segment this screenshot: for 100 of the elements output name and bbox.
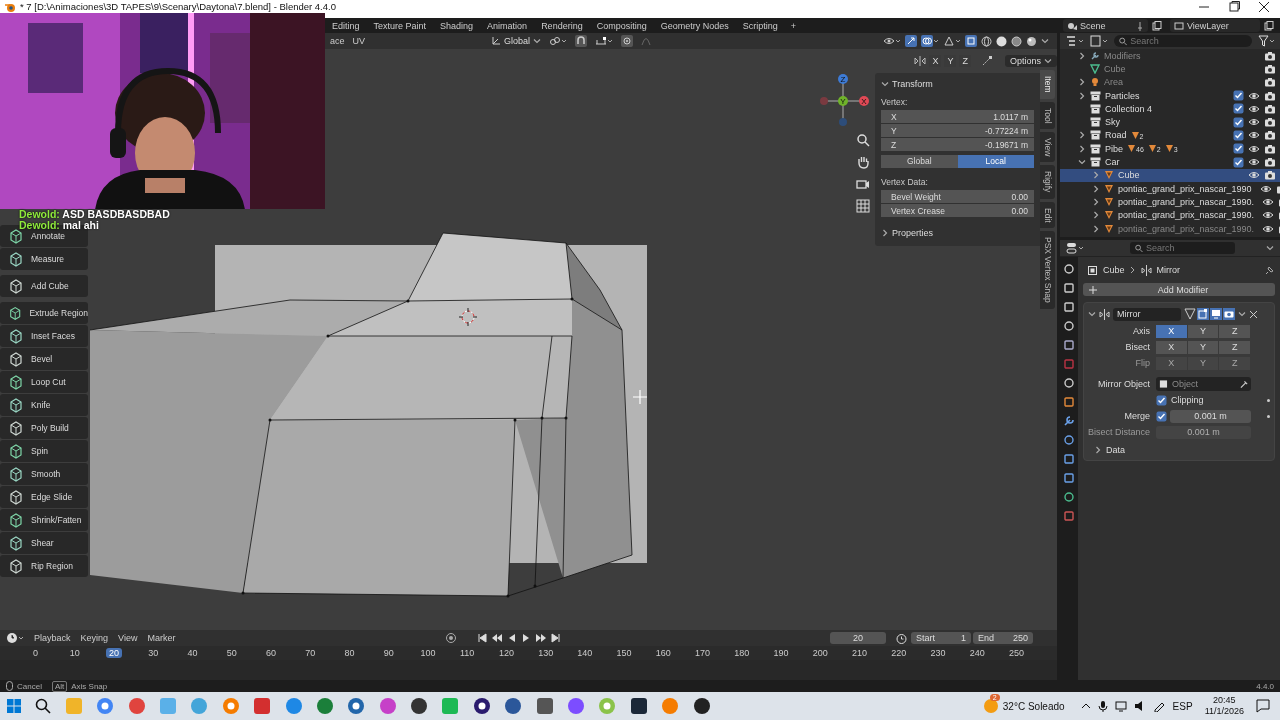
chevron-up-icon[interactable] xyxy=(1080,701,1091,711)
overlay-icon[interactable] xyxy=(921,35,939,47)
workspace-tab[interactable]: Texture Paint xyxy=(366,19,434,32)
keyframe-dot[interactable] xyxy=(1267,398,1270,402)
camera-icon[interactable] xyxy=(1264,103,1276,114)
mesh-edit-icon[interactable] xyxy=(943,35,961,47)
close-icon[interactable] xyxy=(1258,1,1270,13)
tab-icon[interactable] xyxy=(1063,472,1075,484)
mesh-toggle-icon[interactable] xyxy=(1184,308,1196,320)
coordinate-field[interactable]: Z -0.19671 m xyxy=(881,138,1034,151)
eye-icon[interactable] xyxy=(1259,183,1272,194)
outliner-editor-icon[interactable] xyxy=(1066,35,1084,47)
workspace-tab[interactable]: Rendering xyxy=(534,19,590,32)
outliner-row[interactable]: pontiac_grand_prix_nascar_1990. xyxy=(1060,221,1280,236)
camera-icon[interactable] xyxy=(1264,117,1276,128)
caret-icon[interactable] xyxy=(1238,310,1246,318)
tab-icon[interactable] xyxy=(1063,339,1075,351)
object-input[interactable]: Object xyxy=(1171,379,1232,389)
tab-icon[interactable] xyxy=(1063,396,1075,408)
camera-icon[interactable] xyxy=(1264,77,1276,88)
eye-icon[interactable] xyxy=(1262,210,1275,221)
outliner-row[interactable]: Collection 4 xyxy=(1060,102,1280,116)
outliner-row[interactable]: pontiac_grand_prix_nascar_1990. xyxy=(1060,195,1280,209)
menu-item[interactable]: Keying xyxy=(80,633,109,643)
maximize-icon[interactable] xyxy=(1228,1,1240,13)
magnet-icon[interactable] xyxy=(575,35,588,47)
proportional-icon[interactable] xyxy=(621,35,634,47)
app-icon[interactable] xyxy=(410,697,429,715)
search-icon[interactable] xyxy=(35,698,52,714)
app-icon[interactable] xyxy=(472,697,491,715)
menu-item[interactable]: View xyxy=(118,633,138,643)
workspace-tab[interactable]: Shading xyxy=(433,19,481,32)
eye-icon[interactable] xyxy=(1262,196,1275,207)
end-frame-field[interactable]: End 250 xyxy=(973,632,1033,644)
axis-toggle[interactable]: Z xyxy=(1219,340,1250,354)
caret-icon[interactable] xyxy=(1266,244,1274,252)
next-key-icon[interactable] xyxy=(534,633,547,643)
camera-view-icon[interactable] xyxy=(856,177,870,191)
coordinate-field[interactable]: X 1.0117 m xyxy=(881,110,1034,123)
windows-logo-icon[interactable] xyxy=(6,698,22,714)
copy-icon[interactable] xyxy=(1264,20,1274,31)
hand-icon[interactable] xyxy=(856,155,870,169)
render-camera-icon[interactable] xyxy=(1223,308,1235,320)
workspace-tab[interactable]: Animation xyxy=(480,19,535,32)
wireframe-sphere-icon[interactable] xyxy=(981,35,992,47)
jump-start-icon[interactable] xyxy=(476,633,487,643)
tool-button[interactable]: Add Cube xyxy=(0,275,88,297)
outliner-row[interactable]: pontiac_grand_prix_nascar_1990. xyxy=(1060,208,1280,222)
eye-icon[interactable] xyxy=(1248,170,1260,181)
tab-icon[interactable] xyxy=(1063,415,1075,427)
tool-button[interactable]: Extrude Region xyxy=(0,302,88,324)
caret-icon[interactable] xyxy=(1044,56,1052,65)
properties-editor-icon[interactable] xyxy=(1066,242,1084,254)
tool-button[interactable]: Edge Slide xyxy=(0,486,88,508)
tool-button[interactable]: Knife xyxy=(0,394,88,416)
axis-handle[interactable]: Z xyxy=(838,74,848,84)
eye-icon[interactable] xyxy=(1248,157,1260,167)
copy-icon[interactable] xyxy=(1152,20,1162,31)
menu-item[interactable]: Playback xyxy=(34,633,71,643)
axis-toggle[interactable]: Y xyxy=(1187,340,1219,354)
axis-toggle[interactable]: X xyxy=(1156,324,1187,338)
start-frame-field[interactable]: Start 1 xyxy=(911,632,971,644)
tool-button[interactable]: Shrink/Fatten xyxy=(0,509,88,531)
outliner-row[interactable]: Cube xyxy=(1060,62,1280,76)
notification-icon[interactable] xyxy=(1256,699,1270,713)
tool-button[interactable]: Measure xyxy=(0,248,88,270)
outliner-row[interactable]: Sky xyxy=(1060,115,1280,129)
workspace-tab[interactable]: Compositing xyxy=(589,19,654,32)
tool-button[interactable]: Shear xyxy=(0,532,88,554)
modifier-name-field[interactable]: Mirror xyxy=(1113,307,1181,321)
axis-toggle[interactable]: Z xyxy=(1219,324,1250,338)
camera-icon[interactable] xyxy=(1264,157,1276,167)
sidebar-tab[interactable]: Rigify xyxy=(1040,165,1055,199)
options-dropdown[interactable]: Options xyxy=(1004,54,1057,67)
axis-toggle[interactable]: X xyxy=(1156,340,1187,354)
checkbox[interactable] xyxy=(1233,90,1244,102)
outliner-row[interactable]: Area xyxy=(1060,75,1280,89)
rendered-sphere-icon[interactable] xyxy=(1026,35,1037,47)
checkbox[interactable] xyxy=(1233,156,1244,168)
eye-icon[interactable] xyxy=(1248,117,1260,128)
checkbox[interactable] xyxy=(1233,143,1244,155)
app-icon[interactable] xyxy=(629,697,648,715)
workspace-tab[interactable]: Editing xyxy=(325,19,367,32)
axis-toggle[interactable]: Y xyxy=(1187,324,1219,338)
merge-distance-field[interactable]: 0.001 m xyxy=(1170,409,1251,423)
solid-sphere-icon[interactable] xyxy=(996,35,1007,47)
snap-target-icon[interactable] xyxy=(595,36,614,46)
camera-icon[interactable] xyxy=(1264,170,1276,181)
pen-icon[interactable] xyxy=(1152,700,1165,712)
camera-icon[interactable] xyxy=(1264,63,1276,74)
display-mode-icon[interactable] xyxy=(1090,35,1108,47)
search-field[interactable]: Search xyxy=(1130,242,1235,254)
pin-icon[interactable] xyxy=(1265,265,1275,275)
visibility-icon[interactable] xyxy=(883,35,901,47)
chevron-icon[interactable] xyxy=(1088,310,1096,318)
eye-icon[interactable] xyxy=(1248,90,1260,101)
tool-button[interactable]: Bevel xyxy=(0,348,88,370)
properties-header[interactable]: Properties xyxy=(881,226,1034,240)
tool-button[interactable]: Inset Faces xyxy=(0,325,88,347)
microphone-icon[interactable] xyxy=(1097,700,1108,712)
